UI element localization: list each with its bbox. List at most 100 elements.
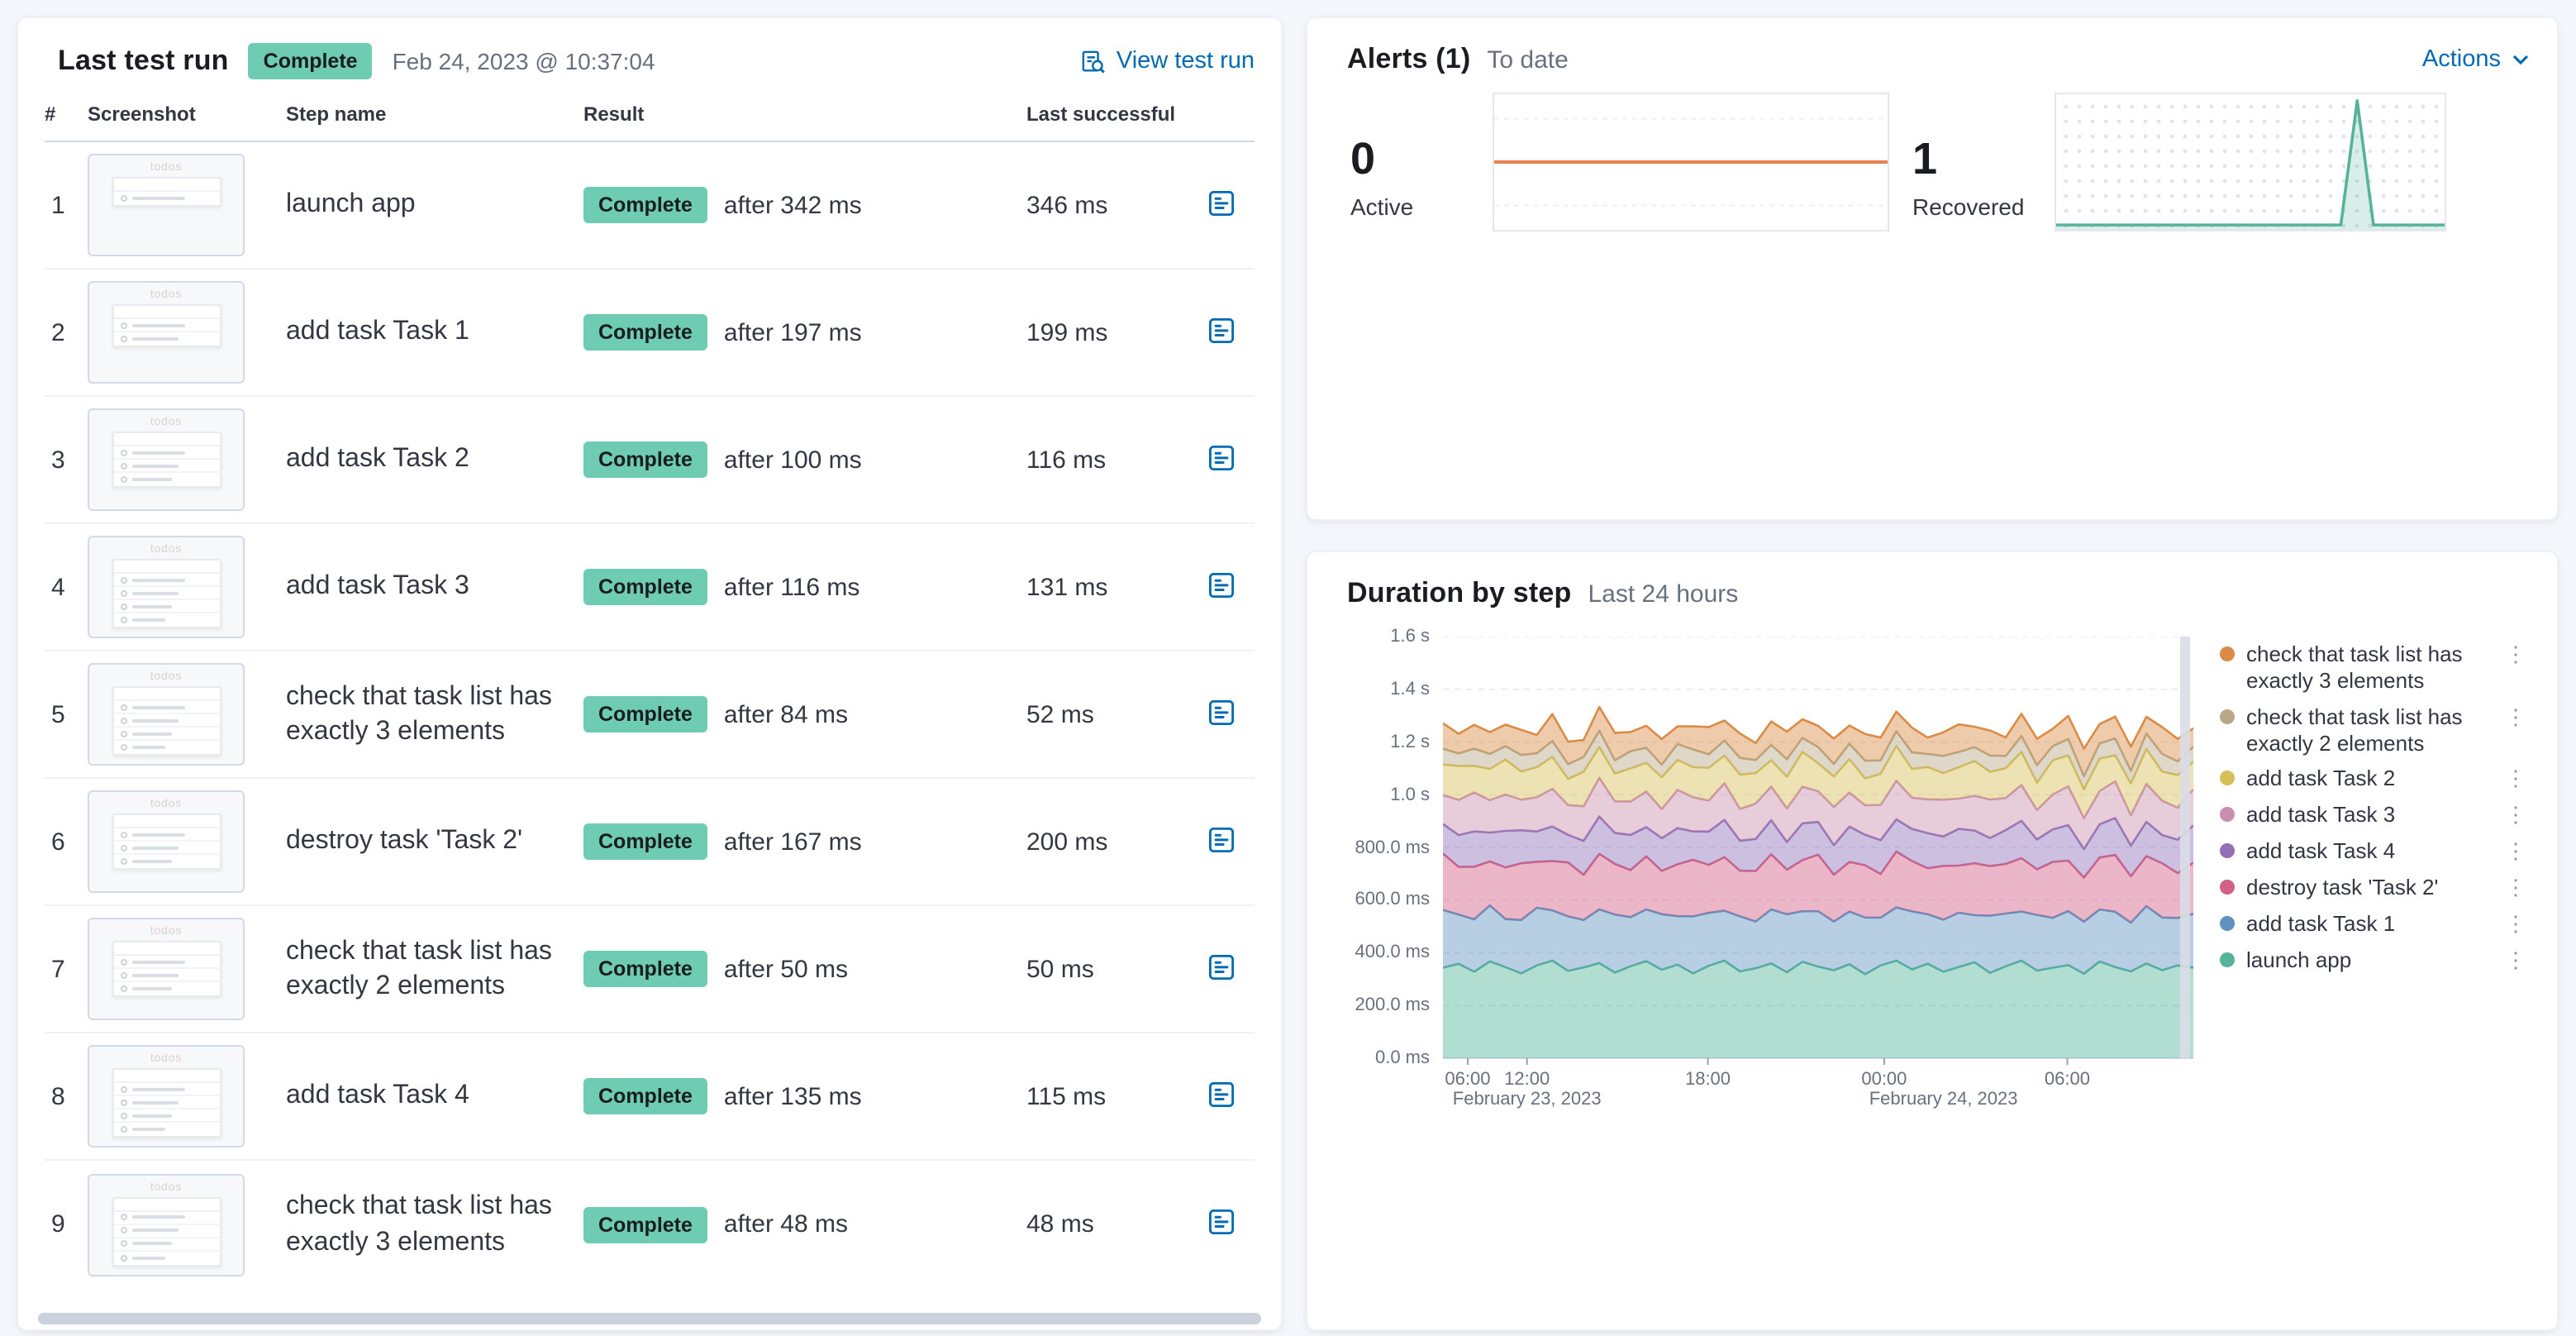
step-last-successful: 346 ms <box>1026 191 1108 220</box>
view-performance-breakdown-button[interactable] <box>1205 823 1238 856</box>
step-status-badge: Complete <box>583 569 707 606</box>
step-screenshot-thumbnail[interactable]: todos <box>88 1045 245 1148</box>
view-performance-breakdown-button[interactable] <box>1205 186 1238 219</box>
alerts-header: Alerts (1) To date Actions <box>1307 18 2557 76</box>
x-tick-label: 18:00 <box>1684 1070 1731 1090</box>
step-name: destroy task 'Task 2' <box>286 827 523 856</box>
legend-label: add task Task 1 <box>2246 910 2396 936</box>
step-row: 6 todos destroy task 'Task 2' Complete af… <box>45 779 1255 907</box>
legend-item[interactable]: add task Task 4 <box>2220 833 2527 870</box>
step-last-successful: 116 ms <box>1026 446 1107 475</box>
legend-options-button[interactable] <box>2504 768 2527 790</box>
thumbnail-app-title: todos <box>150 417 183 429</box>
step-status-badge: Complete <box>583 187 707 224</box>
alerts-actions-button[interactable]: Actions <box>2422 46 2531 73</box>
step-row: 5 todos check that task list has exactly… <box>45 651 1255 780</box>
alerts-subtitle: To date <box>1487 45 1569 74</box>
x-date-label: February 23, 2023 <box>1452 1090 1602 1109</box>
step-screenshot-thumbnail[interactable]: todos <box>88 536 245 639</box>
legend-options-button[interactable] <box>2504 876 2527 898</box>
step-row: 9 todos check that task list has exactly… <box>45 1161 1255 1288</box>
recovered-alerts-stat: 1 Recovered <box>1912 93 2031 220</box>
step-number: 1 <box>51 191 65 220</box>
step-number: 8 <box>51 1082 65 1111</box>
col-result: Result <box>583 103 645 126</box>
legend-options-button[interactable] <box>2504 948 2527 970</box>
step-number: 7 <box>51 955 65 984</box>
active-alerts-sparkline <box>1493 93 1889 231</box>
step-row: 4 todos add task Task 3 Complete after 11… <box>45 524 1255 652</box>
legend-item[interactable]: check that task list has exactly 3 eleme… <box>2220 637 2527 699</box>
step-duration: after 135 ms <box>723 1082 862 1111</box>
step-row: 3 todos add task Task 2 Complete after 10… <box>45 397 1255 525</box>
x-tick-label: 12:00 <box>1504 1070 1550 1090</box>
x-axis-labels: 06:00 12:00 18:00 00:00 06:00 February 23, 20… <box>1443 1066 2193 1119</box>
legend-item[interactable]: destroy task 'Task 2' <box>2220 870 2527 906</box>
last-test-run-header: Last test run Complete Feb 24, 2023 @ 10… <box>18 18 1281 80</box>
view-performance-breakdown-button[interactable] <box>1205 1077 1238 1110</box>
duration-subtitle: Last 24 hours <box>1588 580 1739 608</box>
legend-options-button[interactable] <box>2504 804 2527 826</box>
step-status-badge: Complete <box>583 1206 707 1243</box>
legend-label: launch app <box>2246 947 2352 972</box>
step-duration: after 100 ms <box>723 446 862 475</box>
step-screenshot-thumbnail[interactable]: todos <box>88 790 245 894</box>
view-performance-breakdown-button[interactable] <box>1205 695 1238 728</box>
step-row: 8 todos add task Task 4 Complete after 13… <box>45 1033 1255 1162</box>
thumbnail-app-title: todos <box>150 544 183 556</box>
duration-title: Duration by step <box>1347 577 1572 608</box>
step-last-successful: 199 ms <box>1026 318 1108 347</box>
run-timestamp: Feb 24, 2023 @ 10:37:04 <box>392 48 655 75</box>
thumbnail-app-title: todos <box>150 1181 183 1194</box>
step-duration: after 50 ms <box>723 955 848 984</box>
step-screenshot-thumbnail[interactable]: todos <box>88 408 245 512</box>
step-screenshot-thumbnail[interactable]: todos <box>88 663 245 766</box>
x-tick-label: 06:00 <box>1445 1070 1491 1090</box>
last-test-run-panel: Last test run Complete Feb 24, 2023 @ 10… <box>17 17 1283 1331</box>
view-performance-breakdown-button[interactable] <box>1205 568 1238 601</box>
view-performance-breakdown-button[interactable] <box>1205 441 1238 474</box>
step-name: check that task list has exactly 2 eleme… <box>286 937 552 1001</box>
step-status-badge: Complete <box>583 696 707 733</box>
alerts-body: 0 Active 1 Recovered <box>1307 76 2557 231</box>
step-screenshot-thumbnail[interactable]: todos <box>88 154 245 257</box>
col-screenshot: Screenshot <box>88 103 196 126</box>
view-test-run-link[interactable]: View test run <box>1082 48 1255 74</box>
legend-label: check that task list has exactly 3 eleme… <box>2246 642 2463 693</box>
series-color-dot <box>2220 709 2235 724</box>
view-performance-breakdown-button[interactable] <box>1205 1205 1238 1238</box>
legend-options-button[interactable] <box>2504 913 2527 934</box>
view-test-run-label: View test run <box>1116 48 1255 75</box>
step-name: add task Task 4 <box>286 1081 469 1110</box>
y-tick-label: 800.0 ms <box>1355 837 1431 857</box>
inspect-icon <box>1082 49 1107 74</box>
legend-item[interactable]: add task Task 1 <box>2220 906 2527 942</box>
step-screenshot-thumbnail[interactable]: todos <box>88 1173 245 1276</box>
x-date-label: February 24, 2023 <box>1869 1090 2018 1109</box>
horizontal-scrollbar[interactable] <box>38 1313 1261 1324</box>
legend-item[interactable]: check that task list has exactly 2 eleme… <box>2220 699 2527 761</box>
step-screenshot-thumbnail[interactable]: todos <box>88 918 245 1021</box>
col-last-successful: Last successful <box>1026 103 1176 126</box>
alerts-title: Alerts (1) <box>1347 43 1471 74</box>
legend-item[interactable]: add task Task 2 <box>2220 761 2527 798</box>
thumbnail-app-title: todos <box>150 289 183 302</box>
step-duration: after 84 ms <box>723 700 848 729</box>
step-number: 3 <box>51 446 65 475</box>
legend-item[interactable]: add task Task 3 <box>2220 798 2527 834</box>
step-last-successful: 131 ms <box>1026 573 1108 602</box>
step-duration: after 116 ms <box>723 573 860 602</box>
duration-by-step-panel: Duration by step Last 24 hours 1.6 s 1.4 … <box>1306 551 2559 1331</box>
legend-options-button[interactable] <box>2504 705 2527 727</box>
step-last-successful: 200 ms <box>1026 828 1108 856</box>
step-last-successful: 48 ms <box>1026 1210 1094 1239</box>
legend-item[interactable]: launch app <box>2220 942 2527 978</box>
step-screenshot-thumbnail[interactable]: todos <box>88 281 245 384</box>
view-performance-breakdown-button[interactable] <box>1205 950 1238 983</box>
duration-chart: 1.6 s 1.4 s 1.2 s 1.0 s 800.0 ms 600.0 ms 400.… <box>1307 627 2557 1109</box>
legend-options-button[interactable] <box>2504 840 2527 861</box>
legend-options-button[interactable] <box>2504 643 2527 665</box>
series-color-dot <box>2220 952 2235 967</box>
view-performance-breakdown-button[interactable] <box>1205 313 1238 346</box>
series-color-dot <box>2220 771 2235 786</box>
